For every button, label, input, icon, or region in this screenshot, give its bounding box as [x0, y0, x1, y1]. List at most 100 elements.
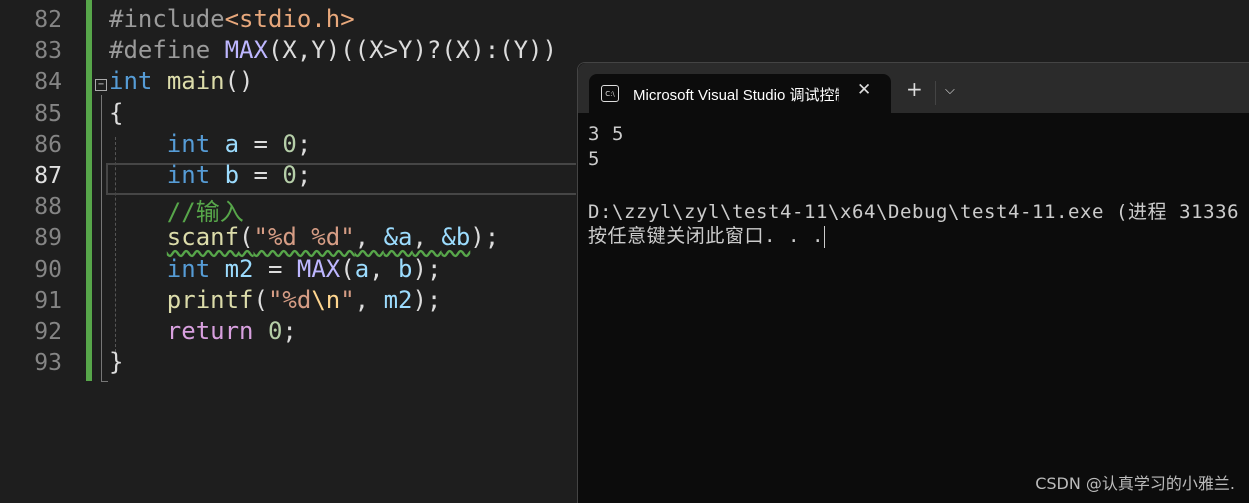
- new-tab-button[interactable]: +: [906, 79, 923, 99]
- code-token: );: [412, 254, 442, 283]
- code-token: (: [253, 285, 268, 314]
- console-text: 按任意键关闭此窗口. . .: [588, 225, 825, 247]
- line-number: 88: [34, 194, 62, 221]
- console-icon: C:\: [601, 85, 619, 102]
- code-line[interactable]: {: [109, 99, 123, 127]
- code-token: ,: [354, 223, 384, 252]
- code-token: printf: [166, 285, 254, 314]
- code-line[interactable]: //输入: [109, 192, 244, 227]
- code-line[interactable]: int main(): [109, 67, 254, 95]
- code-editor[interactable]: − 82 #include<stdio.h> 83 #define MAX(X,Y)(…: [0, 0, 577, 503]
- code-token: }: [109, 348, 124, 377]
- code-token: ": [340, 285, 355, 314]
- code-line[interactable]: int a = 0;: [109, 129, 312, 158]
- code-token: MAX: [296, 254, 341, 283]
- code-token: );: [470, 223, 500, 252]
- code-token: int: [166, 254, 211, 283]
- console-output-line: 5: [588, 148, 600, 170]
- line-number: 87: [34, 163, 62, 189]
- code-token: MAX: [224, 36, 268, 65]
- code-token: ;: [296, 161, 312, 189]
- collapse-icon[interactable]: −: [95, 79, 107, 91]
- debug-console-window[interactable]: C:\ Microsoft Visual Studio 调试控制台 ✕ + ⌵ …: [577, 62, 1249, 503]
- code-token: int: [109, 67, 153, 96]
- code-token: 0: [282, 161, 297, 189]
- code-token: #define: [109, 36, 225, 65]
- line-number: 89: [34, 225, 62, 252]
- console-output-line: 按任意键关闭此窗口. . .: [588, 221, 826, 248]
- code-token: (): [224, 67, 254, 96]
- code-line[interactable]: #define MAX(X,Y)((X>Y)?(X):(Y)): [109, 36, 557, 64]
- code-token: b: [398, 254, 413, 283]
- code-line[interactable]: scanf("%d %d", &a, &b);: [109, 223, 499, 251]
- line-number: 84: [34, 69, 62, 96]
- code-token: \n: [311, 285, 341, 314]
- line-number: 93: [34, 350, 62, 377]
- code-token: return: [166, 317, 254, 345]
- line-number: 90: [34, 256, 62, 283]
- console-output-line: D:\zzyl\zyl\test4-11\x64\Debug\test4-11.…: [588, 197, 1239, 224]
- code-token: "%d: [267, 285, 312, 314]
- code-token: &a: [383, 223, 413, 252]
- change-indicator-bar: [86, 0, 92, 381]
- code-token: ,: [369, 254, 399, 283]
- code-token: (: [340, 254, 355, 283]
- code-token: b: [224, 161, 240, 189]
- text-cursor: [824, 225, 826, 248]
- code-line[interactable]: int m2 = MAX(a, b);: [109, 254, 442, 283]
- console-text: D:\zzyl\zyl\test4-11\x64\Debug\test4-11.…: [588, 201, 1240, 223]
- console-text: 5: [588, 148, 600, 170]
- code-token: a: [224, 129, 240, 158]
- title-bar: C:\ Microsoft Visual Studio 调试控制台 ✕ + ⌵: [578, 63, 1249, 113]
- code-token: {: [109, 98, 124, 127]
- code-token: int: [166, 161, 211, 189]
- code-token: ,: [412, 223, 442, 252]
- code-token: ,: [354, 285, 384, 314]
- line-number: 91: [34, 287, 62, 314]
- code-token: m2: [383, 285, 413, 314]
- code-line[interactable]: }: [109, 348, 123, 376]
- code-line[interactable]: return 0;: [109, 317, 297, 345]
- tab-debug-console[interactable]: C:\ Microsoft Visual Studio 调试控制台 ✕: [589, 74, 891, 113]
- code-token: 0: [267, 317, 283, 345]
- close-tab-icon[interactable]: ✕: [857, 80, 871, 100]
- code-token: #include: [109, 5, 225, 33]
- code-token: m2: [224, 254, 254, 283]
- code-token: );: [412, 285, 442, 314]
- code-token: 0: [282, 129, 297, 158]
- code-token: main: [166, 67, 225, 96]
- line-number: 92: [34, 319, 62, 345]
- code-token: =: [239, 129, 283, 158]
- code-line[interactable]: int b = 0;: [109, 161, 312, 189]
- code-token: scanf: [166, 223, 240, 252]
- line-number: 86: [34, 131, 62, 158]
- console-text: 3 5: [588, 123, 624, 145]
- code-token: //输入: [166, 198, 244, 227]
- code-token: ;: [282, 317, 297, 345]
- code-token: &b: [441, 223, 471, 252]
- code-token: <stdio.h>: [224, 5, 355, 33]
- code-token: int: [166, 129, 211, 158]
- chevron-down-icon[interactable]: ⌵: [945, 83, 955, 98]
- code-token: "%d %d": [253, 223, 355, 252]
- code-token: a: [354, 254, 370, 283]
- code-line[interactable]: #include<stdio.h>: [109, 5, 355, 33]
- line-number: 83: [34, 38, 62, 65]
- watermark: CSDN @认真学习的小雅兰.: [1035, 474, 1235, 493]
- code-token: =: [253, 254, 297, 283]
- code-token: (: [239, 223, 254, 252]
- code-line[interactable]: printf("%d\n", m2);: [109, 285, 442, 314]
- outline-bracket: [101, 95, 108, 382]
